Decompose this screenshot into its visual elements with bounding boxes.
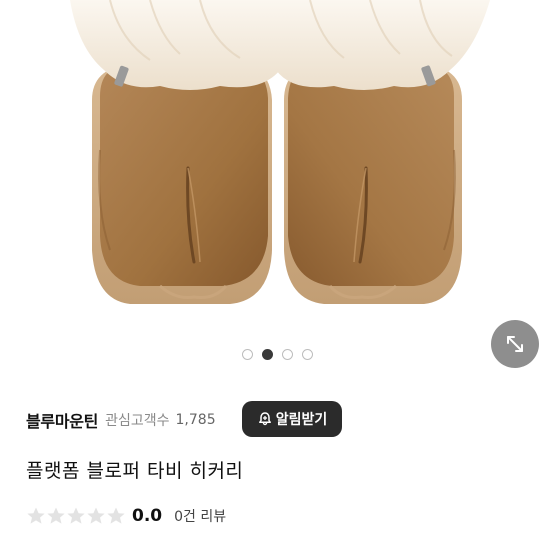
rating-value: 0.0 (132, 506, 163, 526)
star-icon (107, 507, 125, 524)
star-icon (27, 507, 45, 524)
bell-icon (258, 412, 271, 426)
carousel-dot[interactable] (261, 349, 273, 360)
left-slipper (70, 0, 280, 304)
star-icon (47, 507, 65, 524)
followers-label: 관심고객수 (105, 413, 170, 429)
followers-count: 1,785 (175, 412, 216, 428)
review-count-link[interactable]: 0건 리뷰 (174, 506, 226, 526)
star-rating (26, 506, 126, 526)
rating-row: 0.0 0건 리뷰 (26, 504, 226, 528)
star-icon (87, 507, 105, 524)
alarm-button[interactable]: 알림받기 (242, 401, 342, 437)
slipper-photo (70, 0, 490, 304)
seller-name[interactable]: 블루마운틴 (26, 408, 98, 432)
carousel-dot[interactable] (301, 349, 313, 360)
right-slipper (274, 0, 490, 304)
star-icon (67, 507, 85, 524)
carousel-dot[interactable] (241, 349, 253, 360)
carousel-indicator (0, 349, 554, 363)
product-image[interactable] (0, 0, 554, 340)
product-title: 플랫폼 블로퍼 타비 히커리 (26, 460, 244, 482)
alarm-button-label: 알림받기 (275, 412, 328, 428)
carousel-dot[interactable] (281, 349, 293, 360)
